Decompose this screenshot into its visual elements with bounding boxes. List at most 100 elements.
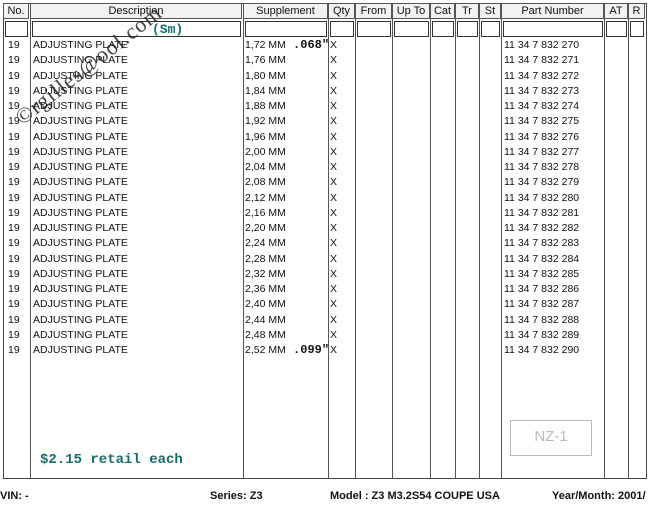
filter-col-tr[interactable] bbox=[457, 21, 478, 37]
filter-col-r[interactable] bbox=[630, 21, 644, 37]
table-row[interactable]: 19 ADJUSTING PLATE 1,88 MM X 11 34 7 832 274 bbox=[0, 99, 649, 114]
cell-qty: X bbox=[330, 69, 338, 82]
cell-description: ADJUSTING PLATE bbox=[33, 237, 128, 250]
cell-part-number: 11 34 7 832 288 bbox=[504, 313, 580, 326]
header-col-st[interactable]: St bbox=[479, 3, 501, 19]
header-col-tr[interactable]: Tr bbox=[455, 3, 479, 19]
cell-supplement: 2,52 MM .099" bbox=[245, 343, 330, 357]
cell-supplement: 1,92 MM bbox=[245, 115, 286, 128]
cell-no: 19 bbox=[8, 69, 20, 82]
cell-no: 19 bbox=[8, 145, 20, 158]
filter-col-cat[interactable] bbox=[432, 21, 454, 37]
table-row[interactable]: 19 ADJUSTING PLATE 2,16 MM X 11 34 7 832 281 bbox=[0, 206, 649, 221]
cell-part-number: 11 34 7 832 278 bbox=[504, 161, 580, 173]
filter-col-st[interactable] bbox=[481, 21, 500, 37]
cell-supplement: 2,00 MM bbox=[245, 145, 286, 158]
cell-qty: X bbox=[330, 84, 338, 97]
header-col-up-to[interactable]: Up To bbox=[392, 3, 430, 19]
cell-no: 19 bbox=[8, 222, 20, 234]
cell-supplement: 2,32 MM bbox=[245, 267, 286, 280]
cell-part-number: 11 34 7 832 274 bbox=[504, 100, 580, 112]
cell-no: 19 bbox=[8, 191, 20, 204]
table-row[interactable]: 19 ADJUSTING PLATE 2,24 MM X 11 34 7 832 283 bbox=[0, 236, 649, 251]
filter-col-no[interactable] bbox=[5, 21, 28, 37]
status-footer: VIN: - Series: Z3 Model : Z3 M3.2S54 COU… bbox=[0, 485, 649, 507]
cell-supplement: 2,12 MM bbox=[245, 191, 286, 204]
cell-supplement: 1,96 MM bbox=[245, 130, 286, 143]
cell-description: ADJUSTING PLATE bbox=[33, 176, 128, 189]
table-row[interactable]: 19 ADJUSTING PLATE 2,12 MM X 11 34 7 832 280 bbox=[0, 191, 649, 206]
filter-col-up-to[interactable] bbox=[394, 21, 429, 37]
cell-qty: X bbox=[330, 176, 338, 189]
cell-no: 19 bbox=[8, 252, 20, 265]
cell-part-number: 11 34 7 832 280 bbox=[504, 191, 580, 204]
cell-no: 19 bbox=[8, 54, 20, 67]
table-row[interactable]: 19 ADJUSTING PLATE 2,40 MM X 11 34 7 832 287 bbox=[0, 297, 649, 312]
header-col-at[interactable]: AT bbox=[604, 3, 628, 19]
header-col-supplement[interactable]: Supplement bbox=[243, 3, 328, 19]
header-col-qty[interactable]: Qty bbox=[328, 3, 355, 19]
header-col-r[interactable]: R bbox=[628, 3, 645, 19]
cell-qty: X bbox=[330, 130, 338, 143]
cell-no: 19 bbox=[8, 39, 20, 51]
cell-no: 19 bbox=[8, 84, 20, 97]
cell-qty: X bbox=[330, 39, 338, 51]
cell-supplement: 2,24 MM bbox=[245, 237, 286, 250]
cell-qty: X bbox=[330, 344, 338, 356]
cell-description: ADJUSTING PLATE bbox=[33, 145, 128, 158]
filter-col-part-number[interactable] bbox=[503, 21, 603, 37]
cell-part-number: 11 34 7 832 279 bbox=[504, 176, 580, 189]
cell-qty: X bbox=[330, 100, 338, 112]
cell-qty: X bbox=[330, 328, 338, 341]
cell-qty: X bbox=[330, 283, 338, 295]
cell-description: ADJUSTING PLATE bbox=[33, 267, 128, 280]
cell-qty: X bbox=[330, 206, 338, 219]
vin-label: VIN: - bbox=[0, 490, 29, 502]
filter-col-from[interactable] bbox=[357, 21, 391, 37]
cell-part-number: 11 34 7 832 282 bbox=[504, 222, 580, 234]
cell-no: 19 bbox=[8, 130, 20, 143]
series-label: Series: Z3 bbox=[210, 490, 263, 502]
header-col-part-number[interactable]: Part Number bbox=[501, 3, 604, 19]
cell-qty: X bbox=[330, 191, 338, 204]
table-row[interactable]: 19 ADJUSTING PLATE 2,28 MM X 11 34 7 832 284 bbox=[0, 252, 649, 267]
cell-supplement: 2,40 MM bbox=[245, 298, 286, 311]
cell-qty: X bbox=[330, 222, 338, 234]
table-row[interactable]: 19 ADJUSTING PLATE 2,32 MM X 11 34 7 832 285 bbox=[0, 267, 649, 282]
cell-qty: X bbox=[330, 237, 338, 250]
table-row[interactable]: 19 ADJUSTING PLATE 2,48 MM X 11 34 7 832 289 bbox=[0, 328, 649, 343]
table-row[interactable]: 19 ADJUSTING PLATE 2,08 MM X 11 34 7 832 279 bbox=[0, 175, 649, 190]
cell-no: 19 bbox=[8, 267, 20, 280]
header-col-no[interactable]: No. bbox=[3, 3, 29, 19]
cell-qty: X bbox=[330, 267, 338, 280]
cell-supplement: 2,08 MM bbox=[245, 176, 286, 189]
table-row[interactable]: 19 ADJUSTING PLATE 1,92 MM X 11 34 7 832 275 bbox=[0, 114, 649, 129]
cell-supplement: 2,48 MM bbox=[245, 328, 286, 341]
cell-no: 19 bbox=[8, 283, 20, 295]
table-row[interactable]: 19 ADJUSTING PLATE 2,20 MM X 11 34 7 832 282 bbox=[0, 221, 649, 236]
header-col-from[interactable]: From bbox=[355, 3, 392, 19]
filter-col-qty[interactable] bbox=[330, 21, 354, 37]
cell-part-number: 11 34 7 832 286 bbox=[504, 283, 580, 295]
table-row[interactable]: 19 ADJUSTING PLATE 1,96 MM X 11 34 7 832 276 bbox=[0, 130, 649, 145]
filter-col-at[interactable] bbox=[606, 21, 627, 37]
cell-description: ADJUSTING PLATE bbox=[33, 161, 128, 173]
handwritten-inch-note: .068" bbox=[285, 38, 330, 52]
cell-part-number: 11 34 7 832 271 bbox=[504, 54, 580, 67]
table-row[interactable]: 19 ADJUSTING PLATE 2,52 MM .099" X 11 34 7 8… bbox=[0, 343, 649, 358]
year-month-label: Year/Month: 2001/ bbox=[552, 490, 646, 502]
model-label: Model : Z3 M3.2S54 COUPE USA bbox=[330, 490, 500, 502]
table-row[interactable]: 19 ADJUSTING PLATE 2,04 MM X 11 34 7 832 278 bbox=[0, 160, 649, 175]
filter-col-supplement[interactable] bbox=[245, 21, 327, 37]
table-row[interactable]: 19 ADJUSTING PLATE 2,36 MM X 11 34 7 832 286 bbox=[0, 282, 649, 297]
table-row[interactable]: 19 ADJUSTING PLATE 2,44 MM X 11 34 7 832 288 bbox=[0, 313, 649, 328]
cell-no: 19 bbox=[8, 237, 20, 250]
table-row[interactable]: 19 ADJUSTING PLATE 1,84 MM X 11 34 7 832 273 bbox=[0, 84, 649, 99]
cell-supplement: 2,36 MM bbox=[245, 283, 286, 295]
cell-supplement: 1,84 MM bbox=[245, 84, 286, 97]
cell-no: 19 bbox=[8, 176, 20, 189]
header-col-cat[interactable]: Cat bbox=[430, 3, 455, 19]
table-row[interactable]: 19 ADJUSTING PLATE 2,00 MM X 11 34 7 832 277 bbox=[0, 145, 649, 160]
cell-description: ADJUSTING PLATE bbox=[33, 115, 128, 128]
cell-description: ADJUSTING PLATE bbox=[33, 313, 128, 326]
